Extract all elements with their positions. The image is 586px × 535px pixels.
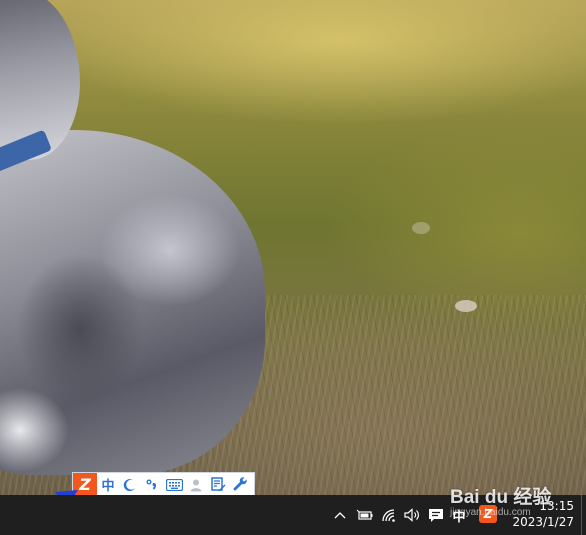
pebble [455, 300, 477, 312]
chevron-up-icon[interactable] [332, 505, 348, 525]
moon-icon[interactable] [119, 473, 141, 496]
desktop-wallpaper [0, 0, 586, 495]
clock[interactable]: 13:15 2023/1/27 [504, 498, 574, 530]
clock-date: 2023/1/27 [512, 515, 574, 529]
wifi-icon[interactable] [380, 505, 398, 525]
volume-icon[interactable] [403, 505, 421, 525]
wrench-icon[interactable] [229, 473, 251, 496]
show-desktop-button[interactable] [581, 495, 586, 535]
ime-language-toggle[interactable]: 中 [97, 473, 119, 496]
user-icon[interactable] [185, 473, 207, 496]
ime-indicator[interactable]: 中 [450, 505, 468, 525]
pebble [412, 222, 430, 234]
taskbar: 中 Z 13:15 2023/1/27 [0, 495, 586, 535]
dog-body [0, 130, 265, 475]
sogou-icon[interactable]: Z [479, 505, 497, 523]
notepad-icon[interactable] [207, 473, 229, 496]
battery-icon[interactable] [355, 505, 373, 525]
punctuation-icon[interactable] [141, 473, 163, 496]
clock-time: 13:15 [539, 499, 574, 513]
notification-icon[interactable] [427, 505, 445, 525]
ime-toolbar: Z 中 [73, 473, 254, 496]
keyboard-icon[interactable] [163, 473, 185, 496]
